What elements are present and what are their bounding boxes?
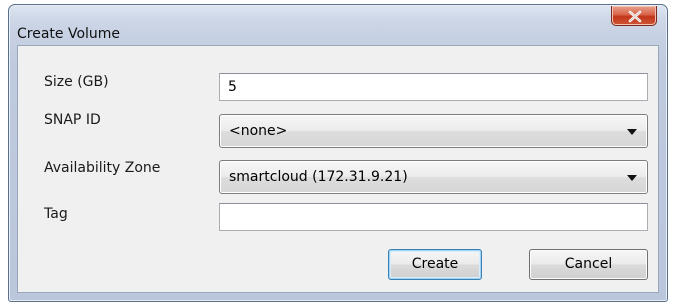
availability-zone-select[interactable]: smartcloud (172.31.9.21) <box>219 160 648 194</box>
availability-zone-label: Availability Zone <box>44 160 161 176</box>
close-x-icon <box>628 10 642 23</box>
close-button[interactable] <box>611 6 657 26</box>
tag-label: Tag <box>44 206 68 222</box>
size-input[interactable] <box>219 73 648 101</box>
size-label: Size (GB) <box>44 74 109 90</box>
tag-input[interactable] <box>219 203 648 231</box>
create-button[interactable]: Create <box>388 249 482 280</box>
cancel-button[interactable]: Cancel <box>529 249 648 280</box>
create-volume-dialog: Create Volume Size (GB) SNAP ID <none> A… <box>8 4 668 302</box>
snap-id-label: SNAP ID <box>44 112 101 128</box>
snap-id-select[interactable]: <none> <box>219 114 648 148</box>
snap-id-selected-value: <none> <box>229 123 288 139</box>
chevron-down-icon <box>627 129 637 135</box>
availability-zone-selected-value: smartcloud (172.31.9.21) <box>229 169 408 185</box>
dialog-title: Create Volume <box>17 26 121 42</box>
chevron-down-icon <box>627 175 637 181</box>
dialog-body: Size (GB) SNAP ID <none> Availability Zo… <box>17 45 659 293</box>
